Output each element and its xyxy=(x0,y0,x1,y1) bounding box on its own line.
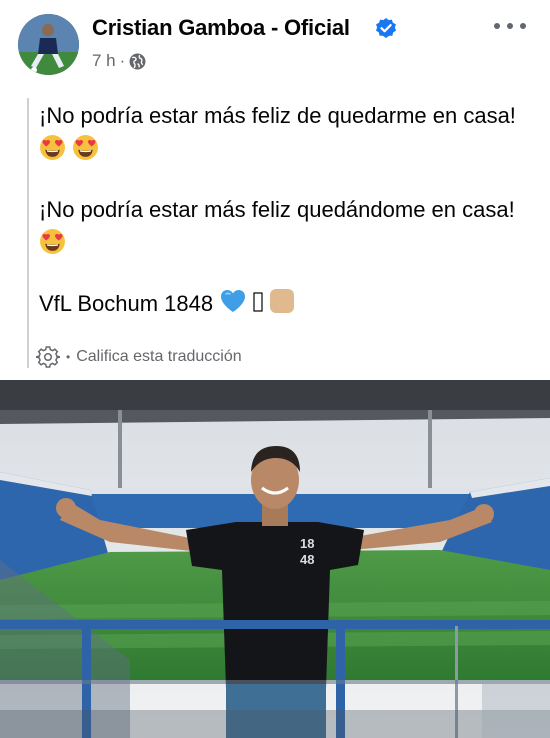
gear-icon xyxy=(36,346,60,368)
paragraph-text: ¡No podría estar más feliz quedándome en… xyxy=(39,197,515,222)
rate-separator: • xyxy=(66,350,71,364)
author-name[interactable]: Cristian Gamboa - Oficial xyxy=(92,15,350,41)
paragraph-text: VfL Bochum 1848 xyxy=(39,291,214,316)
more-options-icon[interactable] xyxy=(494,14,526,38)
shirt-number-top: 18 xyxy=(300,536,314,551)
globe-icon xyxy=(129,53,146,69)
post-paragraph-1: ¡No podría estar más feliz de quedarme e… xyxy=(39,98,527,168)
verified-badge-icon xyxy=(376,18,396,38)
heart-eyes-emoji xyxy=(40,135,65,160)
paragraph-text: ¡No podría estar más feliz de quedarme e… xyxy=(39,103,516,128)
post-paragraph-3: VfL Bochum 1848 xyxy=(39,286,527,321)
post-photo[interactable]: 18 48 xyxy=(0,380,550,738)
meta-separator: · xyxy=(119,51,126,70)
skin-tone-square-emoji xyxy=(270,289,295,313)
translated-text-block: ¡No podría estar más feliz de quedarme e… xyxy=(27,98,527,368)
rate-translation-row[interactable]: • Califica esta traducción xyxy=(36,345,242,369)
shirt-number-bottom: 48 xyxy=(300,552,314,567)
rate-translation-label[interactable]: Califica esta traducción xyxy=(76,348,241,366)
post-paragraph-2: ¡No podría estar más feliz quedándome en… xyxy=(39,192,527,262)
post-meta: 7 h · xyxy=(92,51,146,71)
more-dot xyxy=(520,23,526,29)
heart-eyes-emoji xyxy=(40,229,65,254)
post-time[interactable]: 7 h xyxy=(92,51,116,71)
blue-heart-emoji xyxy=(221,290,246,312)
missing-glyph-icon xyxy=(253,292,263,312)
stadium-photo: 18 48 xyxy=(0,380,550,738)
more-dot xyxy=(507,23,513,29)
post-header: Cristian Gamboa - Oficial 7 h · xyxy=(0,0,550,90)
avatar[interactable] xyxy=(18,14,79,75)
heart-eyes-emoji xyxy=(73,135,99,160)
more-dot xyxy=(494,23,500,29)
